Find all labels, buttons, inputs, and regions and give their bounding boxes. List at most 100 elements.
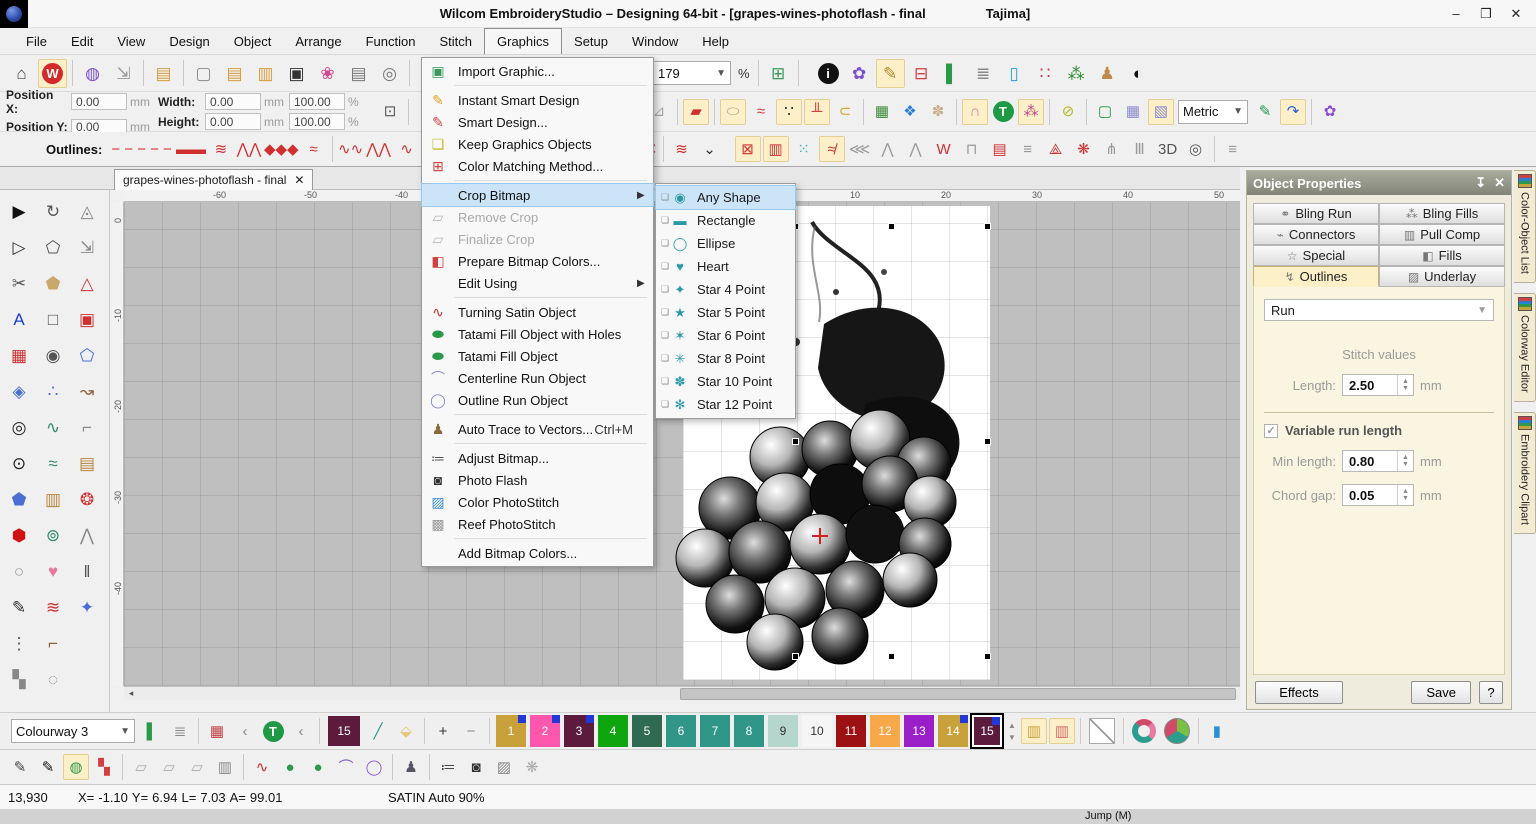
show-bitmap-icon[interactable]: ▦: [869, 99, 895, 125]
menubar-item-setup[interactable]: Setup: [562, 28, 620, 54]
color-swatch-13[interactable]: 13: [904, 715, 934, 747]
close-button[interactable]: ✕: [1502, 3, 1530, 25]
outline-blanket-icon[interactable]: ⋀⋀: [366, 136, 392, 162]
menu-item-add-bitmap-colors[interactable]: Add Bitmap Colors...: [422, 542, 653, 564]
lettering-tool[interactable]: A: [2, 302, 36, 338]
panel-close-icon[interactable]: ✕: [1494, 175, 1505, 191]
menubar-item-window[interactable]: Window: [620, 28, 690, 54]
thread-chart-list-icon[interactable]: ≣: [167, 718, 193, 744]
wave-tool[interactable]: ≈: [36, 446, 70, 482]
garment-arrow-icon[interactable]: ‹: [288, 718, 314, 744]
spiral-tool[interactable]: ⊚: [36, 518, 70, 554]
crop-remove-icon[interactable]: ▱: [156, 754, 182, 780]
effect-columns-icon[interactable]: Ⅲ: [1127, 136, 1153, 162]
grid-arrow-icon[interactable]: ‹: [232, 718, 258, 744]
color-swatch-9[interactable]: 9: [768, 715, 798, 747]
stamp-tool[interactable]: ⬟: [36, 266, 70, 302]
effect-scratch-icon[interactable]: ≉: [819, 136, 845, 162]
swatch-tool[interactable]: ▚: [2, 662, 36, 698]
column-tool[interactable]: ‖: [70, 554, 104, 590]
knife-tool[interactable]: ✂: [2, 266, 36, 302]
angle-b-icon[interactable]: ⋀: [875, 136, 901, 162]
menu-item-turning-satin-object[interactable]: ∿Turning Satin Object: [422, 301, 653, 323]
auto-trace-icon[interactable]: ♟: [398, 754, 424, 780]
open-recent-icon[interactable]: ▥: [251, 59, 280, 88]
cluster-tool[interactable]: ∴: [36, 374, 70, 410]
show-appliance-icon[interactable]: ✽: [925, 99, 951, 125]
pen-tool[interactable]: ✎: [2, 590, 36, 626]
print-preview-icon[interactable]: ◎: [375, 59, 404, 88]
lock-aspect-icon[interactable]: ⊡: [377, 99, 403, 125]
side-tab-colorway-editor[interactable]: Colorway Editor: [1514, 293, 1536, 402]
effect-fan-icon[interactable]: ⟁: [1043, 136, 1069, 162]
flower-pot-tool-icon[interactable]: ✿: [1317, 99, 1343, 125]
menubar-item-help[interactable]: Help: [690, 28, 741, 54]
menubar-item-file[interactable]: File: [14, 28, 59, 54]
menubar-item-stitch[interactable]: Stitch: [427, 28, 484, 54]
menubar-item-graphics[interactable]: Graphics: [484, 28, 562, 54]
color-swatch-15[interactable]: 15: [972, 715, 1002, 747]
scrollbar-thumb[interactable]: [680, 688, 1236, 700]
open-design-icon[interactable]: ▤: [220, 59, 249, 88]
corner-tool[interactable]: ⌐: [70, 410, 104, 446]
effects-button[interactable]: Effects: [1255, 681, 1343, 704]
horizontal-scrollbar[interactable]: ◂: [124, 686, 1240, 700]
color-swatch-3[interactable]: 3: [564, 715, 594, 747]
color-swatch-6[interactable]: 6: [666, 715, 696, 747]
pencil-run-icon[interactable]: ✎: [7, 754, 33, 780]
menu-item-instant-smart-design[interactable]: ✎Instant Smart Design: [422, 89, 653, 111]
circle-tool[interactable]: ○: [2, 554, 36, 590]
variable-run-length-checkbox[interactable]: ✓: [1264, 424, 1278, 438]
eyelet-tool[interactable]: ◉: [36, 338, 70, 374]
tab-connectors[interactable]: ⌁Connectors: [1253, 224, 1379, 245]
selection-handle-w[interactable]: [792, 438, 799, 445]
travel-points-icon[interactable]: ∵: [776, 99, 802, 125]
outline-stem-icon[interactable]: ∿: [394, 136, 420, 162]
kiosk-tool[interactable]: ▣: [70, 302, 104, 338]
effect-block-icon[interactable]: ▤: [987, 136, 1013, 162]
document-tab[interactable]: grapes-wines-photoflash - final ✕: [114, 169, 313, 190]
length-spinner[interactable]: ▲▼: [1397, 375, 1413, 395]
polygon-select-tool[interactable]: ⬠: [36, 230, 70, 266]
weave-tool[interactable]: ▥: [36, 482, 70, 518]
blank-a[interactable]: [70, 626, 104, 662]
switch-design-icon[interactable]: ⇲: [109, 59, 138, 88]
submenu-item-heart[interactable]: ❏♥Heart: [656, 255, 795, 278]
coreldraw-graphics-icon[interactable]: ◍: [78, 59, 107, 88]
effect-3d-icon[interactable]: 3D: [1155, 136, 1181, 162]
snap-tool[interactable]: ◬: [70, 194, 104, 230]
color-swatch-2[interactable]: 2: [530, 715, 560, 747]
zigzag-tool[interactable]: ≋: [36, 590, 70, 626]
diamond-tool[interactable]: ◈: [2, 374, 36, 410]
thread-colors-icon[interactable]: ▌: [938, 59, 967, 88]
color-swatch-14[interactable]: 14: [938, 715, 968, 747]
photo-flash-icon[interactable]: ◙: [463, 754, 489, 780]
dashed-circle-tool[interactable]: ◌: [36, 662, 70, 698]
outline-triple-icon[interactable]: − −: [148, 136, 174, 162]
color-photostitch-icon[interactable]: ▨: [491, 754, 517, 780]
color-swatch-11[interactable]: 11: [836, 715, 866, 747]
menu-item-prepare-bitmap-colors[interactable]: ◧Prepare Bitmap Colors...: [422, 250, 653, 272]
auto-start-end-icon[interactable]: ↷: [1280, 99, 1306, 125]
new-design-icon[interactable]: ▢: [189, 59, 218, 88]
dots-tool[interactable]: ⋮: [2, 626, 36, 662]
thread-bar-gold-icon[interactable]: ▥: [1021, 718, 1047, 744]
show-vectors-icon[interactable]: ❖: [897, 99, 923, 125]
rectangle-tool[interactable]: □: [36, 302, 70, 338]
selection-handle-se[interactable]: [984, 653, 991, 660]
reef-photostitch-icon[interactable]: ❋: [519, 754, 545, 780]
chord-gap-field[interactable]: 0.05 ▲▼: [1342, 484, 1414, 506]
team-names-icon[interactable]: ⁂: [1062, 59, 1091, 88]
menu-item-tatami-fill-object-with-holes[interactable]: ⬬Tatami Fill Object with Holes: [422, 323, 653, 345]
outline-satin-icon[interactable]: ⋀⋀: [236, 136, 262, 162]
menu-item-color-photostitch[interactable]: ▨Color PhotoStitch: [422, 491, 653, 513]
submenu-item-star-5-point[interactable]: ❏★Star 5 Point: [656, 301, 795, 324]
menu-item-import-graphic[interactable]: ▣Import Graphic...: [422, 60, 653, 82]
color-swatch-12[interactable]: 12: [870, 715, 900, 747]
colorway-donut-icon[interactable]: [1129, 718, 1159, 744]
menu-item-color-matching-method[interactable]: ⊞Color Matching Method...: [422, 155, 653, 177]
effect-square-wave-icon[interactable]: ⊓: [959, 136, 985, 162]
current-color-chip[interactable]: 15: [328, 716, 360, 746]
color-swatch-5[interactable]: 5: [632, 715, 662, 747]
design-library-icon[interactable]: ▤: [149, 59, 178, 88]
